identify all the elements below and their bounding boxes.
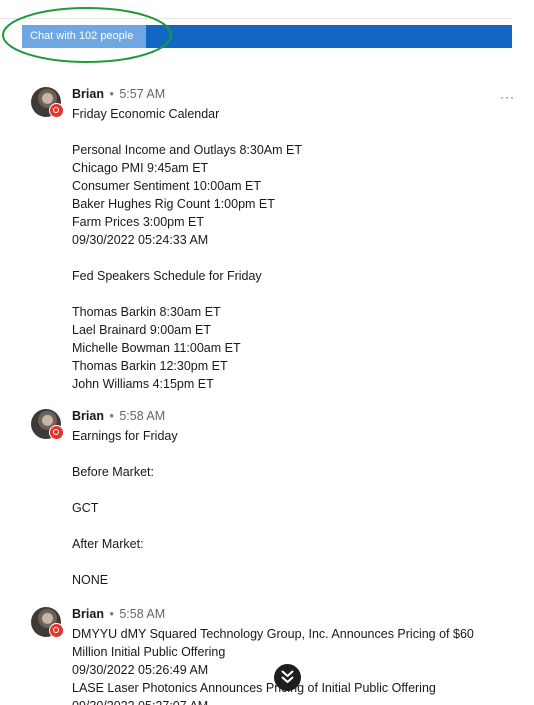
message-header: Brian • 5:58 AM [72, 607, 165, 622]
message-body: DMYYU dMY Squared Technology Group, Inc.… [72, 625, 482, 705]
message-line: Before Market: [72, 465, 154, 479]
message-line: Thomas Barkin 12:30pm ET [72, 359, 228, 373]
chat-message: Brian • 5:58 AM Earnings for Friday Befo… [31, 409, 501, 589]
chat-message: Brian • 5:57 AM Friday Economic Calendar… [31, 87, 501, 391]
message-timestamp: 5:58 AM [119, 607, 166, 621]
fire-badge-icon [49, 425, 64, 440]
message-line: Earnings for Friday [72, 429, 178, 443]
chat-page: Chat with 102 people ··· Brian • 5:57 AM… [0, 0, 534, 705]
chat-participants-tab[interactable]: Chat with 102 people [22, 25, 146, 48]
message-timestamp: 5:57 AM [119, 87, 166, 101]
message-body: Friday Economic Calendar Personal Income… [72, 105, 502, 393]
message-body: Earnings for Friday Before Market: GCT A… [72, 427, 502, 589]
message-author[interactable]: Brian [72, 87, 104, 101]
chat-header-bar: Chat with 102 people [22, 25, 512, 48]
message-line: Thomas Barkin 8:30am ET [72, 305, 221, 319]
more-horizontal-icon[interactable]: ··· [500, 90, 515, 104]
avatar[interactable] [31, 409, 64, 440]
message-line: GCT [72, 501, 99, 515]
message-line: Consumer Sentiment 10:00am ET [72, 179, 261, 193]
message-line: Friday Economic Calendar [72, 107, 220, 121]
message-line: NONE [72, 573, 109, 587]
message-line: John Williams 4:15pm ET [72, 377, 214, 391]
message-line: Michelle Bowman 11:00am ET [72, 341, 241, 355]
message-line: 09/30/2022 05:24:33 AM [72, 233, 209, 247]
message-line: Personal Income and Outlays 8:30Am ET [72, 143, 302, 157]
fire-badge-icon [49, 103, 64, 118]
chat-message: Brian • 5:58 AM DMYYU dMY Squared Techno… [31, 607, 501, 705]
double-chevron-down-icon [281, 670, 294, 683]
message-author[interactable]: Brian [72, 409, 104, 423]
message-timestamp: 5:58 AM [119, 409, 166, 423]
fire-badge-icon [49, 623, 64, 638]
message-line: Lael Brainard 9:00am ET [72, 323, 211, 337]
header-separator: • [109, 87, 114, 101]
message-line: Fed Speakers Schedule for Friday [72, 269, 262, 283]
message-line: DMYYU dMY Squared Technology Group, Inc.… [72, 627, 474, 659]
message-header: Brian • 5:57 AM [72, 87, 165, 102]
top-divider [0, 18, 512, 19]
message-header: Brian • 5:58 AM [72, 409, 165, 424]
message-line: Chicago PMI 9:45am ET [72, 161, 209, 175]
message-line: Baker Hughes Rig Count 1:00pm ET [72, 197, 275, 211]
avatar[interactable] [31, 607, 64, 638]
message-line: After Market: [72, 537, 144, 551]
message-line: 09/30/2022 05:27:07 AM [72, 697, 482, 705]
header-separator: • [109, 607, 114, 621]
message-line: Farm Prices 3:00pm ET [72, 215, 204, 229]
message-author[interactable]: Brian [72, 607, 104, 621]
scroll-to-bottom-button[interactable] [274, 664, 301, 691]
header-separator: • [109, 409, 114, 423]
avatar[interactable] [31, 87, 64, 118]
